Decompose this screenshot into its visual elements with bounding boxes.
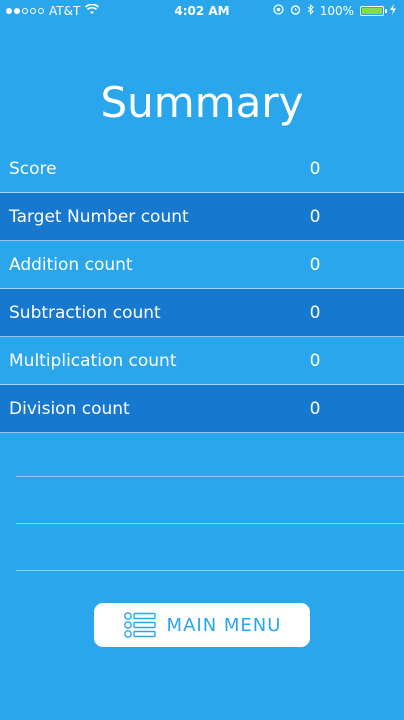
charging-icon bbox=[390, 4, 396, 18]
summary-table: Score 0 Target Number count 0 Addition count… bbox=[0, 145, 404, 433]
stat-label: Division count bbox=[9, 399, 130, 419]
table-row: Division count 0 bbox=[0, 385, 404, 433]
alarm-icon bbox=[290, 4, 301, 18]
table-row: Multiplication count 0 bbox=[0, 337, 404, 385]
stat-value: 0 bbox=[309, 399, 321, 419]
stat-label: Multiplication count bbox=[9, 351, 177, 371]
main-menu-label: MAIN MENU bbox=[166, 614, 282, 636]
table-row: Addition count 0 bbox=[0, 241, 404, 289]
stat-value: 0 bbox=[309, 303, 321, 323]
lock-rotation-icon bbox=[273, 4, 284, 18]
status-bar: AT&T 4:02 AM 100% bbox=[0, 0, 404, 24]
divider bbox=[16, 570, 404, 571]
stat-value: 0 bbox=[309, 255, 321, 275]
divider bbox=[16, 523, 404, 524]
stat-label: Score bbox=[9, 159, 57, 179]
stat-label: Addition count bbox=[9, 255, 133, 275]
stat-label: Subtraction count bbox=[9, 303, 161, 323]
stat-value: 0 bbox=[309, 207, 321, 227]
battery-percent: 100% bbox=[319, 4, 354, 18]
page-title: Summary bbox=[100, 78, 304, 127]
stat-label: Target Number count bbox=[9, 207, 189, 227]
stat-value: 0 bbox=[309, 159, 321, 179]
table-row: Target Number count 0 bbox=[0, 193, 404, 241]
table-row: Score 0 bbox=[0, 145, 404, 193]
list-icon bbox=[123, 608, 157, 642]
divider bbox=[16, 476, 404, 477]
stat-value: 0 bbox=[309, 351, 321, 371]
table-row: Subtraction count 0 bbox=[0, 289, 404, 337]
bluetooth-icon bbox=[307, 3, 314, 18]
battery-fill bbox=[362, 8, 382, 14]
status-right: 100% bbox=[273, 3, 396, 18]
main-menu-button[interactable]: MAIN MENU bbox=[94, 603, 310, 647]
battery-icon bbox=[360, 6, 387, 16]
